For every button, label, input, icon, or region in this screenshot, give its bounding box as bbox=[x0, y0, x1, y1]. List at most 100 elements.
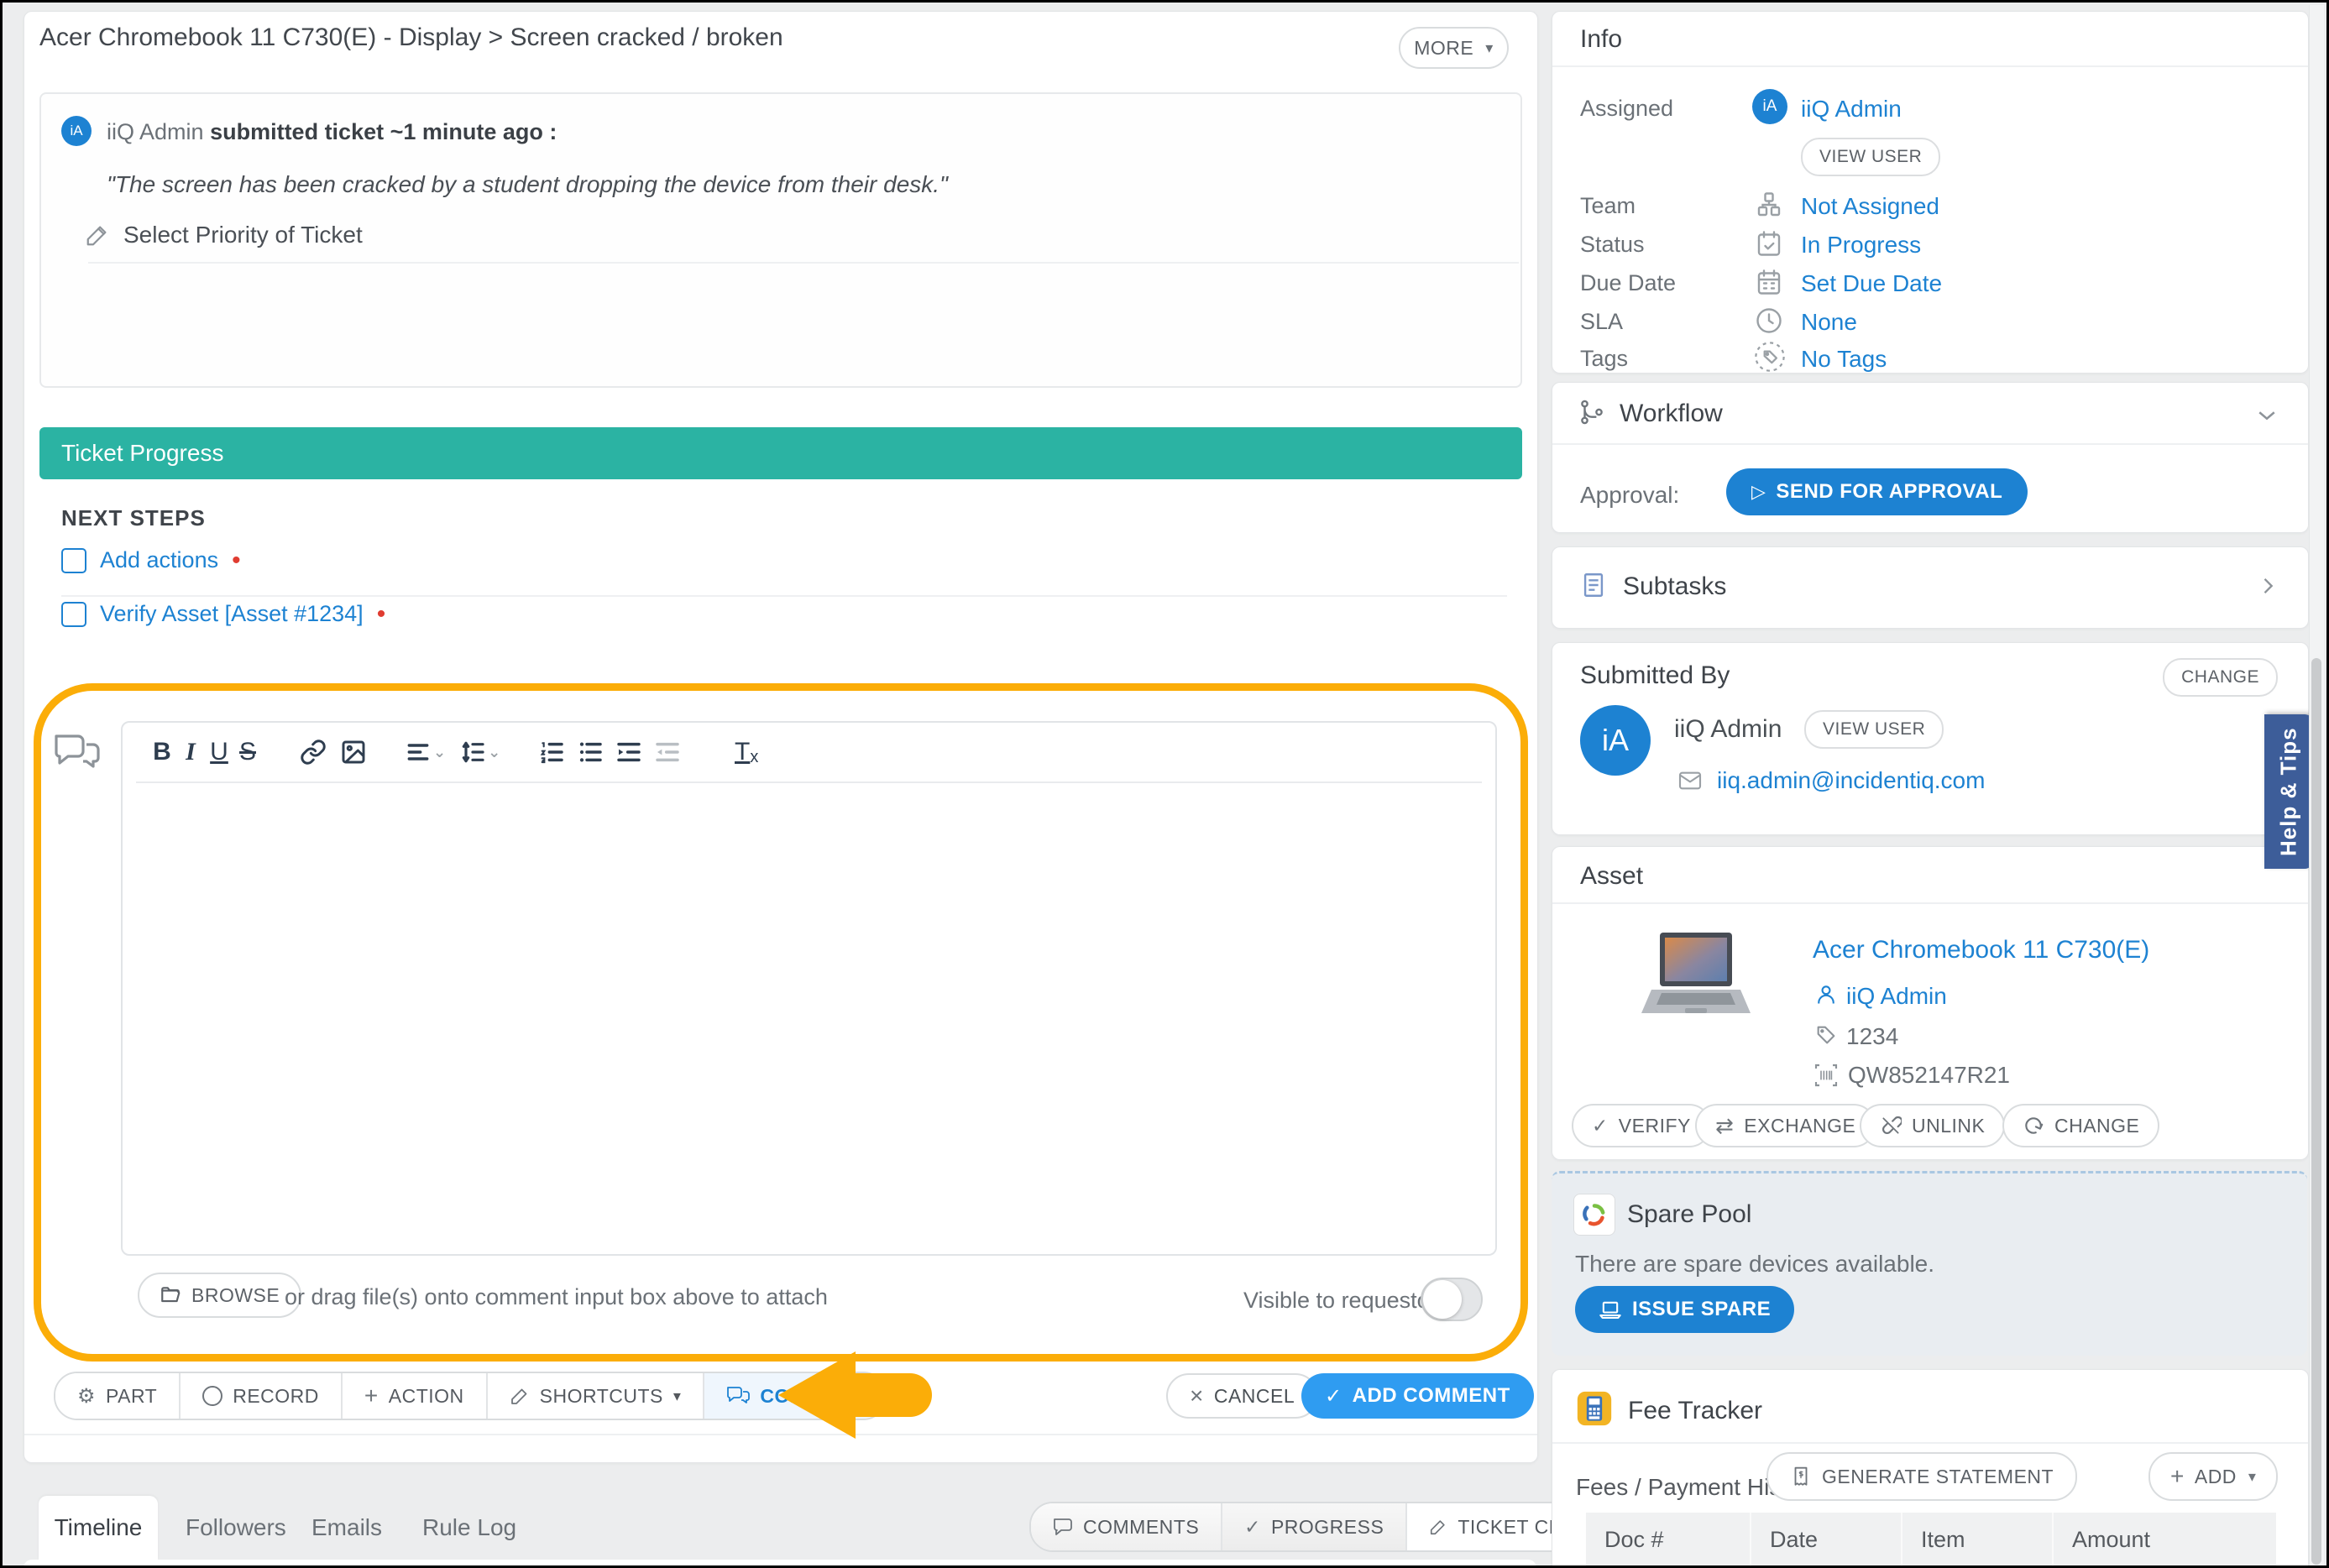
required-marker: • bbox=[377, 610, 386, 619]
cancel-button[interactable]: × CANCEL bbox=[1166, 1373, 1318, 1419]
avatar: iA bbox=[1580, 705, 1651, 776]
next-steps-label: NEXT STEPS bbox=[61, 505, 206, 531]
barcode-icon bbox=[1813, 1062, 1840, 1089]
line-height-button[interactable]: ⌄ bbox=[459, 734, 500, 771]
pencil-icon bbox=[1429, 1518, 1447, 1536]
subtasks-list-icon bbox=[1579, 571, 1608, 599]
view-user-button[interactable]: VIEW USER bbox=[1801, 138, 1940, 176]
caret-down-icon: ⌄ bbox=[488, 744, 500, 761]
drag-hint: or drag file(s) onto comment input box a… bbox=[285, 1284, 828, 1310]
action-button[interactable]: + ACTION bbox=[341, 1373, 486, 1419]
tab-followers[interactable]: Followers bbox=[186, 1496, 286, 1560]
insert-image-icon[interactable] bbox=[339, 734, 368, 771]
plus-icon: + bbox=[2170, 1463, 2185, 1490]
asset-owner-link[interactable]: iiQ Admin bbox=[1846, 983, 1947, 1010]
more-button[interactable]: MORE▾ bbox=[1399, 27, 1509, 69]
asset-photo bbox=[1636, 931, 1754, 1025]
underline-button[interactable]: U bbox=[205, 734, 233, 771]
pencil-icon bbox=[85, 222, 110, 248]
link-icon[interactable] bbox=[299, 734, 327, 771]
caret-down-icon: ▾ bbox=[1485, 39, 1494, 57]
laptop-icon bbox=[1599, 1298, 1622, 1321]
part-button[interactable]: ⚙ PART bbox=[55, 1373, 179, 1419]
clear-formatting-button[interactable]: Tx bbox=[732, 734, 761, 771]
change-asset-button[interactable]: CHANGE bbox=[2002, 1104, 2159, 1147]
send-for-approval-button[interactable]: ▷ SEND FOR APPROVAL bbox=[1726, 468, 2028, 515]
tab-emails[interactable]: Emails bbox=[311, 1496, 382, 1560]
assigned-label: Assigned bbox=[1580, 96, 1673, 122]
tags-label: Tags bbox=[1580, 346, 1628, 372]
tags-link[interactable]: No Tags bbox=[1801, 346, 1887, 373]
unordered-list-icon[interactable] bbox=[576, 734, 604, 771]
bold-button[interactable]: B bbox=[148, 734, 176, 771]
step-checkbox[interactable] bbox=[61, 548, 86, 573]
tab-timeline[interactable]: Timeline bbox=[39, 1496, 158, 1560]
editor-toolbar: B I U S ⌄ ⌄ bbox=[136, 723, 1482, 783]
person-icon bbox=[1814, 983, 1838, 1006]
step-checkbox[interactable] bbox=[61, 602, 86, 627]
ordered-list-icon[interactable] bbox=[537, 734, 566, 771]
change-submitter-button[interactable]: CHANGE bbox=[2163, 658, 2278, 697]
plus-icon: + bbox=[364, 1382, 379, 1409]
chevron-down-icon[interactable] bbox=[2254, 403, 2279, 428]
submitter-email-link[interactable]: iiq.admin@incidentiq.com bbox=[1717, 767, 1985, 794]
assigned-user-link[interactable]: iiQ Admin bbox=[1801, 96, 1902, 123]
tab-rule-log[interactable]: Rule Log bbox=[422, 1496, 516, 1560]
set-due-date-link[interactable]: Set Due Date bbox=[1801, 270, 1942, 297]
team-link[interactable]: Not Assigned bbox=[1801, 193, 1939, 220]
add-comment-button[interactable]: ✓ ADD COMMENT bbox=[1301, 1373, 1534, 1419]
shortcuts-button[interactable]: SHORTCUTS ▾ bbox=[486, 1373, 704, 1419]
ticket-detail-page: Acer Chromebook 11 C730(E) - Display > S… bbox=[0, 0, 2329, 1568]
column-header: Doc # bbox=[1586, 1513, 1750, 1566]
panel-title: Spare Pool bbox=[1627, 1200, 1751, 1229]
due-date-label: Due Date bbox=[1580, 270, 1676, 296]
indent-icon[interactable] bbox=[615, 734, 643, 771]
caret-down-icon: ▾ bbox=[673, 1388, 682, 1405]
issue-spare-button[interactable]: ISSUE SPARE bbox=[1575, 1286, 1794, 1333]
divider bbox=[24, 1434, 1537, 1435]
comment-input[interactable] bbox=[123, 783, 1495, 1253]
scrollbar-track[interactable] bbox=[2309, 5, 2324, 1565]
tag-icon bbox=[1754, 341, 1786, 373]
align-button[interactable]: ⌄ bbox=[405, 734, 446, 771]
fee-tracker-calculator-icon bbox=[1576, 1390, 1613, 1427]
asset-name-link[interactable]: Acer Chromebook 11 C730(E) bbox=[1813, 936, 2149, 964]
visible-to-requestor-toggle[interactable] bbox=[1421, 1278, 1483, 1321]
record-circle-icon bbox=[202, 1386, 222, 1406]
ticket-main-card: Acer Chromebook 11 C730(E) - Display > S… bbox=[24, 11, 1538, 1463]
chat-bubble-icon bbox=[1053, 1518, 1073, 1536]
spare-pool-logo-icon bbox=[1573, 1194, 1615, 1236]
composer-mode-group: ⚙ PART RECORD + ACTION SHORTCUTS ▾ bbox=[54, 1372, 887, 1420]
exchange-asset-button[interactable]: ⇄ EXCHANGE bbox=[1695, 1104, 1876, 1147]
comment-button[interactable]: COMMENT bbox=[703, 1373, 884, 1419]
comment-editor: B I U S ⌄ ⌄ bbox=[121, 721, 1497, 1256]
strikethrough-button[interactable]: S bbox=[233, 734, 262, 771]
submission-action-text: submitted ticket ~1 minute ago : bbox=[210, 119, 557, 144]
italic-button[interactable]: I bbox=[176, 734, 205, 771]
outdent-icon[interactable] bbox=[653, 734, 682, 771]
panel-title: Submitted By bbox=[1580, 661, 1730, 690]
chevron-right-icon[interactable] bbox=[2256, 574, 2279, 598]
select-priority-row[interactable]: Select Priority of Ticket bbox=[85, 222, 363, 248]
help-tips-tab[interactable]: Help & Tips bbox=[2264, 714, 2313, 869]
caret-down-icon: ⌄ bbox=[433, 744, 446, 761]
filter-comments-button[interactable]: COMMENTS bbox=[1031, 1503, 1221, 1550]
add-fee-button[interactable]: + ADD ▾ bbox=[2148, 1452, 2278, 1501]
scrollbar-thumb[interactable] bbox=[2311, 658, 2321, 1565]
generate-statement-button[interactable]: GENERATE STATEMENT bbox=[1766, 1452, 2077, 1501]
status-link[interactable]: In Progress bbox=[1801, 232, 1921, 259]
sla-link[interactable]: None bbox=[1801, 309, 1857, 336]
browse-button[interactable]: BROWSE bbox=[138, 1273, 301, 1318]
unlink-asset-button[interactable]: UNLINK bbox=[1860, 1104, 2005, 1147]
verify-asset-button[interactable]: ✓ VERIFY bbox=[1572, 1104, 1711, 1147]
filter-progress-button[interactable]: ✓ PROGRESS bbox=[1221, 1503, 1405, 1550]
team-label: Team bbox=[1580, 193, 1636, 219]
step-link[interactable]: Add actions bbox=[100, 547, 218, 573]
fee-tracker-panel: Fee Tracker Fees / Payment History GENER… bbox=[1552, 1369, 2309, 1568]
record-button[interactable]: RECORD bbox=[179, 1373, 341, 1419]
asset-tag-number: 1234 bbox=[1846, 1023, 1898, 1050]
view-user-button[interactable]: VIEW USER bbox=[1804, 710, 1944, 749]
step-link[interactable]: Verify Asset [Asset #1234] bbox=[100, 601, 364, 627]
column-header: Amount bbox=[2052, 1513, 2276, 1566]
subtasks-panel[interactable]: Subtasks bbox=[1552, 546, 2309, 629]
